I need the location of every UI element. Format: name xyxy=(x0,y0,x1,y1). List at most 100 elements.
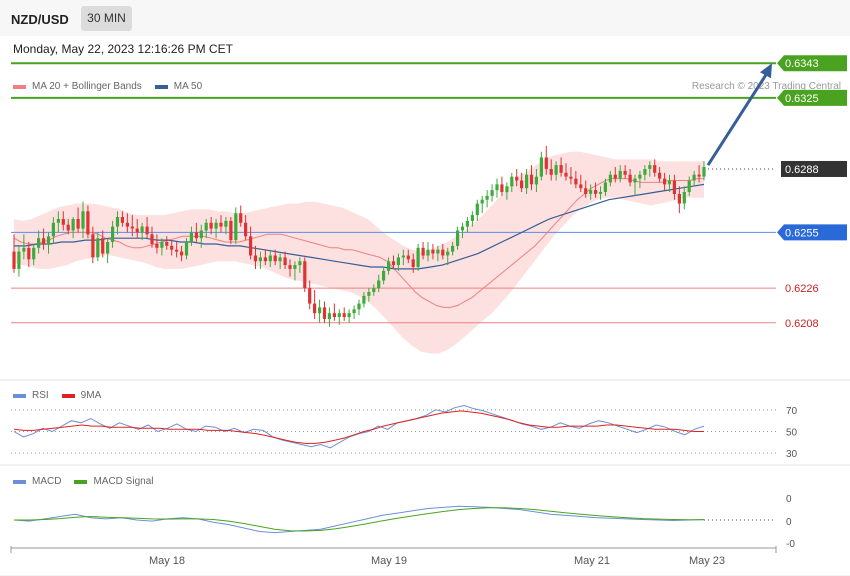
candle-body xyxy=(322,307,327,319)
candle-body xyxy=(574,178,578,185)
candle-body xyxy=(81,211,85,229)
candle-body xyxy=(431,249,435,254)
candle-body xyxy=(672,180,676,194)
candle-body xyxy=(667,180,672,185)
candle-body xyxy=(416,247,420,267)
candle-body xyxy=(170,245,174,250)
candle-body xyxy=(594,190,598,194)
candle-body xyxy=(76,219,80,229)
candle-body xyxy=(584,188,588,194)
candle-body xyxy=(426,249,430,256)
candle-body xyxy=(618,170,622,179)
candle-body xyxy=(204,222,208,231)
candle-body xyxy=(258,257,262,262)
candle-body xyxy=(579,184,583,189)
candle-body xyxy=(490,190,494,196)
candle-body xyxy=(278,257,282,262)
candle-body xyxy=(42,238,46,244)
candle-body xyxy=(534,176,538,185)
candle-body xyxy=(460,226,465,231)
candle-body xyxy=(589,190,593,194)
candle-body xyxy=(214,222,218,229)
candle-body xyxy=(273,255,277,262)
candle-body xyxy=(189,232,193,242)
candle-body xyxy=(160,242,164,248)
candle-body xyxy=(283,257,287,266)
candle-body xyxy=(401,255,405,258)
candle-body xyxy=(175,249,179,252)
candle-body xyxy=(387,261,391,271)
candle-body xyxy=(663,178,667,185)
candle-body xyxy=(608,174,612,183)
macd-line xyxy=(13,505,705,534)
candle-body xyxy=(106,242,110,254)
candle-body xyxy=(37,238,41,248)
candle-body xyxy=(298,261,302,266)
candle-body xyxy=(288,265,292,269)
rsi-tick-1: 50 xyxy=(786,428,798,439)
candle-body xyxy=(229,220,233,241)
candle-body xyxy=(495,184,499,191)
candle-body xyxy=(702,167,706,177)
candle-body xyxy=(263,257,267,262)
candle-body xyxy=(682,192,686,204)
candle-body xyxy=(244,222,248,237)
candle-body xyxy=(697,174,701,177)
candle-body xyxy=(150,234,154,244)
candle-body xyxy=(135,228,139,233)
candle-body xyxy=(470,215,474,221)
candle-body xyxy=(441,249,445,256)
candle-body xyxy=(293,265,297,269)
candle-body xyxy=(539,157,543,177)
candle-body xyxy=(623,170,627,175)
x-tick-1: May 19 xyxy=(371,555,407,567)
candle-body xyxy=(130,226,134,229)
level-label-0: 0.6343 xyxy=(785,58,819,70)
candle-body xyxy=(456,230,460,246)
candle-body xyxy=(22,247,26,252)
x-tick-3: May 23 xyxy=(689,555,725,567)
candle-body xyxy=(184,242,189,256)
macd-signal-line xyxy=(14,507,704,532)
candle-body xyxy=(436,249,440,254)
candle-body xyxy=(145,226,149,235)
candle-body xyxy=(219,222,223,227)
candle-body xyxy=(377,280,381,289)
candle-body xyxy=(342,313,346,317)
x-tick-0: May 18 xyxy=(149,555,185,567)
candle-body xyxy=(559,165,563,173)
candle-body xyxy=(239,213,243,223)
candle-body xyxy=(165,242,169,246)
rsi-ma-line xyxy=(13,410,704,444)
candle-body xyxy=(544,157,548,169)
candle-body xyxy=(194,232,198,239)
level-label-4: 0.6226 xyxy=(785,283,819,295)
candle-body xyxy=(564,172,568,177)
candle-body xyxy=(411,259,415,267)
candle-body xyxy=(421,247,425,256)
candle-body xyxy=(180,251,184,256)
candle-body xyxy=(628,174,632,183)
candle-body xyxy=(643,169,647,175)
chart-canvas[interactable]: 0.6343 0.6325 0.6288 0.6255 0.6226 0.6208 70 50… xyxy=(0,0,850,576)
candle-body xyxy=(515,176,519,181)
candle-body xyxy=(71,219,75,231)
candle-body xyxy=(569,176,573,179)
candle-body xyxy=(554,165,558,175)
candle-body xyxy=(12,251,16,269)
candle-body xyxy=(451,245,455,252)
candle-body xyxy=(199,230,203,239)
candle-body xyxy=(692,174,696,181)
candle-body xyxy=(510,176,514,187)
candle-body xyxy=(357,303,361,310)
candle-body xyxy=(337,313,341,317)
rsi-tick-0: 70 xyxy=(786,406,798,417)
candle-body xyxy=(313,303,317,314)
candle-body xyxy=(520,180,524,189)
candle-body xyxy=(308,288,312,304)
candle-body xyxy=(500,184,504,193)
candle-body xyxy=(396,257,400,266)
candle-body xyxy=(391,261,396,266)
x-tick-2: May 21 xyxy=(574,555,610,567)
candle-body xyxy=(658,172,662,179)
